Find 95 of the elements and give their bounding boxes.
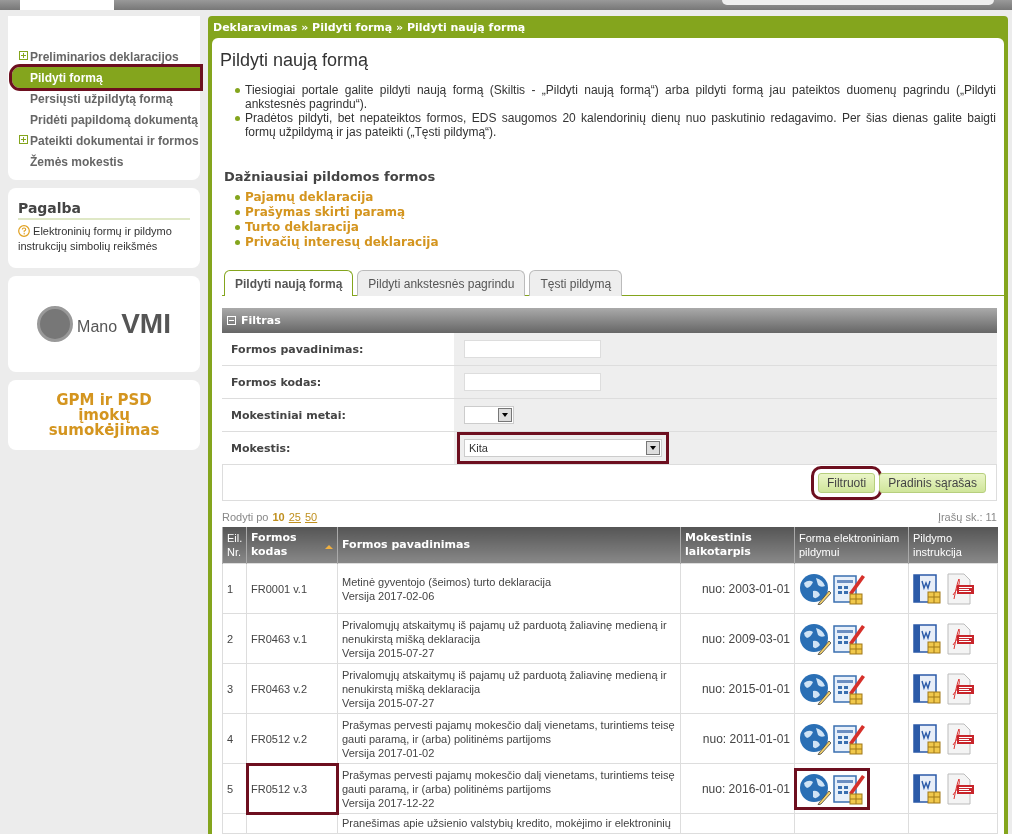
globe-pencil-icon[interactable] [799, 622, 831, 655]
form-name: Privalomųjų atskaitymų iš pajamų už parduotą žaliavinę medieną ir nenukirstą mišką deklaracija [342, 617, 668, 646]
bullet-icon [235, 225, 240, 230]
logo-text[interactable]: VMI [121, 308, 171, 340]
word-document-icon[interactable] [913, 772, 943, 805]
table-cell: nuo: 2016-01-01 [680, 763, 795, 814]
form-version: Versija 2017-02-06 [342, 588, 436, 603]
page-size-link[interactable]: 10 [272, 511, 285, 523]
form-name: Pranešimas apie užsienio valstybių kredito, mokėjimo ir elektroninių [337, 813, 681, 834]
sidebar-item[interactable]: Persiųsti užpildytą formą [8, 88, 200, 109]
sidebar-item[interactable]: Pateikti dokumentai ir formos [8, 130, 200, 151]
form-name: Prašymas pervesti pajamų mokesčio dalį vienetams, turintiems teisę gauti paramą, ir (arba) politinėms partijoms [342, 767, 676, 796]
sort-icon[interactable] [325, 545, 333, 549]
column-header[interactable]: Formos kodas [246, 527, 338, 564]
column-header[interactable]: Pildymo instrukcija [908, 527, 998, 564]
filter-button[interactable]: Pradinis sąrašas [879, 472, 986, 493]
form-name: Privalomųjų atskaitymų iš pajamų už parduotą žaliavinę medieną ir nenukirstą mišką deklaracija [342, 667, 668, 696]
bullet-icon [235, 240, 240, 245]
form-pencil-icon[interactable] [833, 572, 865, 605]
field-label: Formos pavadinimas: [230, 341, 365, 358]
globe-pencil-icon[interactable] [799, 722, 831, 755]
word-document-icon[interactable] [913, 622, 943, 655]
table-cell: 1 [222, 563, 247, 614]
table-cell: nuo: 2011-01-01 [680, 713, 795, 764]
expand-icon[interactable] [19, 135, 28, 144]
tab[interactable]: Pildyti naują formą [224, 270, 354, 296]
page-size-label: Rodyti po [222, 511, 269, 523]
pdf-icon[interactable] [945, 572, 975, 605]
form-pencil-icon[interactable] [833, 772, 865, 805]
tab[interactable]: Pildyti ankstesnės pagrindu [357, 270, 526, 296]
form-pencil-icon[interactable] [833, 622, 865, 655]
table-cell: nuo: 2015-01-01 [680, 663, 795, 714]
page-title: Pildyti naują formą [220, 50, 370, 71]
sidebar-item[interactable]: Pridėti papildomą dokumentą [8, 109, 200, 130]
pdf-icon[interactable] [945, 772, 975, 805]
logo-text[interactable]: Mano [77, 318, 118, 336]
page-size-link[interactable]: 25 [288, 511, 301, 523]
word-document-icon[interactable] [913, 672, 943, 705]
form-pencil-icon[interactable] [833, 722, 865, 755]
bullet-icon [235, 88, 240, 93]
table-cell: 2 [222, 613, 247, 664]
sidebar-item[interactable]: Preliminarios deklaracijos [8, 46, 200, 67]
table-cell: FR0001 v.1 [246, 563, 338, 614]
table-cell: nuo: 2003-01-01 [680, 563, 795, 614]
table-cell: 5 [222, 763, 247, 814]
bullet-icon [235, 195, 240, 200]
collapse-icon[interactable] [227, 316, 236, 325]
page-size-link[interactable]: 50 [305, 511, 318, 523]
table-cell: FR0512 v.3 [246, 763, 338, 814]
help-link[interactable]: Elektroninių formų ir pildymo instrukcijų simbolių reikšmės [18, 224, 190, 254]
pdf-icon[interactable] [945, 622, 975, 655]
year-dropdown[interactable] [464, 406, 514, 424]
word-document-icon[interactable] [913, 572, 943, 605]
bullet-icon [235, 116, 240, 121]
sidebar-item[interactable]: Žemės mokestis [8, 151, 200, 172]
globe-pencil-icon[interactable] [799, 672, 831, 705]
form-pencil-icon[interactable] [833, 672, 865, 705]
word-document-icon[interactable] [913, 722, 943, 755]
bullet-icon [235, 210, 240, 215]
column-header[interactable]: Formos pavadinimas [337, 527, 681, 564]
column-header[interactable]: Forma elektroniniam pildymui [794, 527, 909, 564]
help-title: Pagalba [18, 200, 190, 220]
column-header[interactable]: Eil. Nr. [222, 527, 247, 564]
form-version: Versija 2015-07-27 [342, 645, 436, 660]
form-version: Versija 2015-07-27 [342, 695, 436, 710]
breadcrumb: Deklaravimas » Pildyti formą » Pildyti naują formą [212, 19, 527, 36]
table-cell: 4 [222, 713, 247, 764]
form-name: Metinė gyventojo (šeimos) turto deklaracija [342, 574, 553, 589]
column-header[interactable]: Mokestinis laikotarpis [680, 527, 795, 564]
pdf-icon[interactable] [945, 722, 975, 755]
table-cell: 3 [222, 663, 247, 714]
table-cell: FR0463 v.2 [246, 663, 338, 714]
filter-title: Filtras [241, 314, 281, 327]
input-field[interactable] [464, 340, 601, 358]
avatar-icon [37, 306, 74, 342]
expand-icon[interactable] [19, 51, 28, 60]
table-cell: FR0463 v.1 [246, 613, 338, 664]
input-field[interactable] [464, 373, 601, 391]
section-title: Dažniausiai pildomos formos [224, 169, 437, 184]
field-label: Formos kodas: [230, 374, 323, 391]
field-label: Mokestiniai metai: [230, 407, 347, 424]
help-icon [18, 225, 30, 237]
form-name: Prašymas pervesti pajamų mokesčio dalį vienetams, turintiems teisę gauti paramą, ir (arba) politinėms partijoms [342, 717, 676, 746]
globe-pencil-icon[interactable] [799, 572, 831, 605]
tab[interactable]: Tęsti pildymą [529, 270, 623, 296]
intro-paragraph: Pradėtos pildyti, bet nepateiktos formos, EDS saugomos 20 kalendorinių dienų nuo paskutinio redagavimo. Per šias dienas galite baigti formų užpildymą ir jas pateikti („Tęsti pildymą“). [245, 111, 996, 139]
intro-paragraph: Tiesiogiai portale galite pildyti naują formą (Skiltis - „Pildyti naują formą“) arba pildyti formą jau pateiktos duomenų pagrindu („Pildyti ankstesnės pagrindu“). [245, 83, 996, 111]
table-cell: nuo: 2009-03-01 [680, 613, 795, 664]
form-version: Versija 2017-01-02 [342, 745, 436, 760]
field-label: Mokestis: [230, 440, 292, 457]
filter-header[interactable]: Filtras [222, 308, 997, 333]
record-count: Įrašų sk.: 11 [937, 511, 997, 523]
pdf-icon[interactable] [945, 672, 975, 705]
globe-pencil-icon[interactable] [799, 772, 831, 805]
form-version: Versija 2017-12-22 [342, 795, 436, 810]
